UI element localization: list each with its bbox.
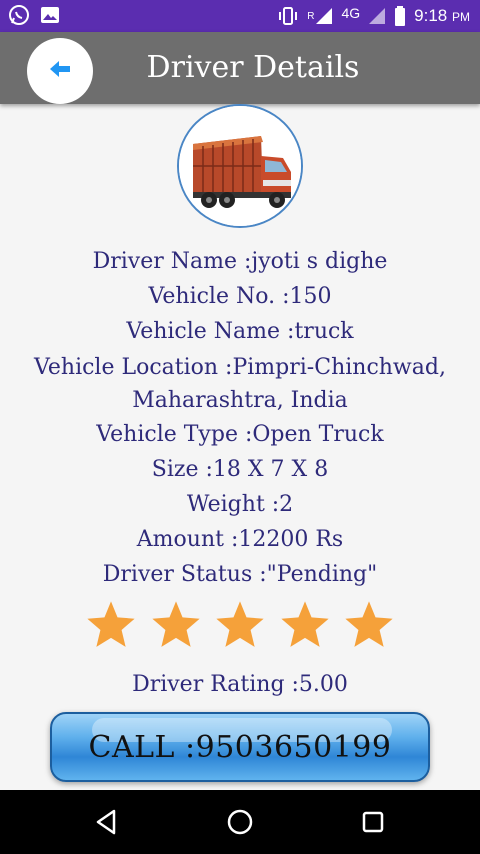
- amount: Amount :12200 Rs: [136, 527, 344, 552]
- whatsapp-icon: [8, 4, 30, 26]
- star-icon[interactable]: [342, 598, 396, 652]
- vehicle-weight: Weight :2: [186, 492, 294, 517]
- battery-icon: [394, 6, 406, 26]
- driver-rating: Driver Rating :5.00: [132, 672, 348, 697]
- driver-name: Driver Name :jyoti s dighe: [92, 249, 388, 274]
- recents-square-icon[interactable]: [357, 806, 389, 838]
- vehicle-image: [177, 104, 303, 228]
- vehicle-name: Vehicle Name :truck: [126, 319, 354, 344]
- vehicle-number: Vehicle No. :150: [148, 284, 332, 309]
- clock-ampm: PM: [452, 10, 470, 24]
- star-icon[interactable]: [213, 598, 267, 652]
- arrow-left-icon: [49, 60, 71, 82]
- status-bar: R 4G 9:18 PM: [0, 0, 480, 32]
- back-button[interactable]: [27, 38, 93, 104]
- call-button-label: CALL :9503650199: [88, 729, 392, 765]
- vehicle-location: Vehicle Location :Pimpri-Chinchwad, Maha…: [34, 355, 446, 413]
- signal-icon: [368, 7, 386, 25]
- system-nav-bar: [0, 790, 480, 854]
- vehicle-size: Size :18 X 7 X 8: [151, 457, 329, 482]
- signal-r-icon: R: [307, 7, 333, 25]
- rating-stars: [84, 598, 396, 656]
- back-triangle-icon[interactable]: [90, 806, 122, 838]
- star-icon[interactable]: [278, 598, 332, 652]
- home-circle-icon[interactable]: [224, 806, 256, 838]
- star-icon[interactable]: [149, 598, 203, 652]
- app-header: Driver Details: [0, 32, 480, 104]
- star-icon[interactable]: [84, 598, 138, 652]
- network-type: 4G: [341, 5, 361, 21]
- driver-details: Driver Name :jyoti s dighe Vehicle No. :…: [0, 244, 480, 592]
- clock-time: 9:18: [414, 6, 448, 25]
- clock: 9:18 PM: [414, 6, 470, 26]
- roaming-label: R: [307, 10, 315, 22]
- image-icon: [40, 5, 60, 25]
- vehicle-type: Vehicle Type :Open Truck: [96, 422, 384, 447]
- driver-status: Driver Status :"Pending": [102, 562, 378, 587]
- vibrate-icon: [277, 7, 299, 25]
- call-button[interactable]: CALL :9503650199: [50, 712, 430, 782]
